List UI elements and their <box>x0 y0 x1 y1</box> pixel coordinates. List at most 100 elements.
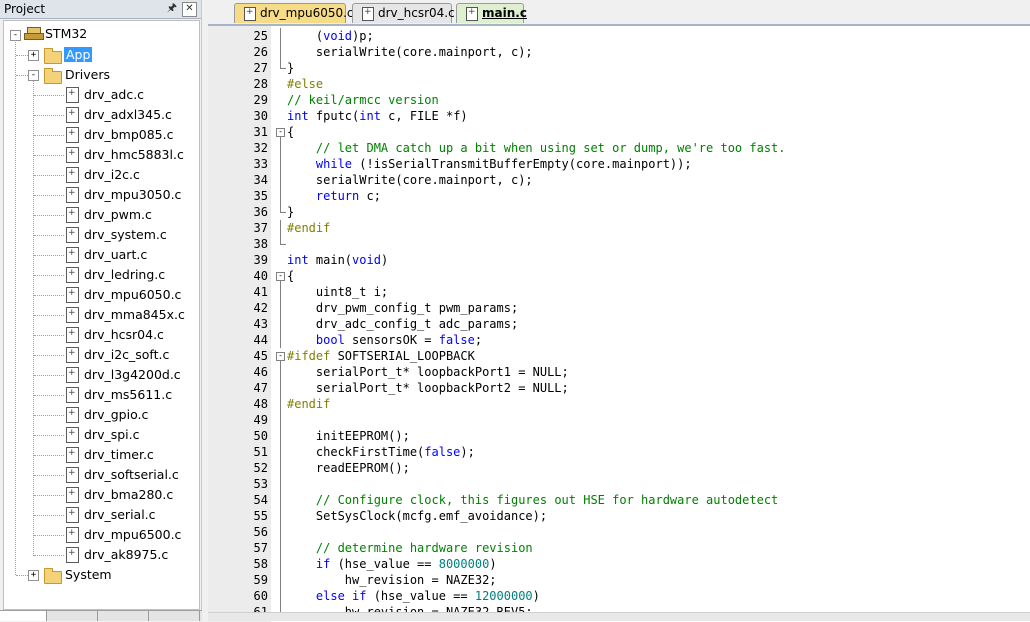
expand-app-icon[interactable]: + <box>28 50 39 61</box>
tree-file-item[interactable]: drv_l3g4200d.c <box>84 365 181 385</box>
code-line[interactable]: } <box>287 204 294 220</box>
code-line[interactable]: while (!isSerialTransmitBufferEmpty(core… <box>287 156 692 172</box>
close-icon[interactable]: ✕ <box>182 2 197 17</box>
tree-file-item[interactable]: drv_spi.c <box>84 425 140 445</box>
code-line[interactable]: SetSysClock(mcfg.emf_avoidance); <box>287 508 547 524</box>
code-line[interactable]: readEEPROM(); <box>287 460 410 476</box>
editor-tab-bar: drv_mpu6050.c drv_hcsr04.c main.c <box>208 0 1030 24</box>
code-editor[interactable]: 25 (void)p; 26 serialWrite(core.mainport,… <box>208 24 1030 622</box>
tab-main[interactable]: main.c <box>456 3 527 23</box>
fold-toggle-icon[interactable]: - <box>274 268 287 284</box>
code-line[interactable]: { <box>287 124 294 140</box>
fold-guide <box>274 332 287 348</box>
code-line[interactable]: #endif <box>287 396 330 412</box>
tree-file-item[interactable]: drv_pwm.c <box>84 205 152 225</box>
tree-file-item[interactable]: drv_mpu3050.c <box>84 185 181 205</box>
tree-file-item[interactable]: drv_bmp085.c <box>84 125 173 145</box>
code-line[interactable]: serialWrite(core.mainport, c); <box>287 44 533 60</box>
tree-root-stm32[interactable]: STM32 <box>45 24 87 44</box>
code-token: drv_adc_config_t adc_params; <box>287 317 519 331</box>
code-token: if <box>315 557 331 571</box>
folder-open-icon <box>44 68 62 84</box>
line-number: 32 <box>253 141 268 155</box>
code-line[interactable]: // Configure clock, this figures out HSE… <box>287 492 778 508</box>
code-line[interactable]: drv_adc_config_t adc_params; <box>287 316 518 332</box>
tree-file-item[interactable]: drv_ms5611.c <box>84 385 172 405</box>
fold-guide <box>274 364 287 380</box>
c-file-icon <box>66 87 79 103</box>
code-line[interactable]: if (hse_value == 8000000) <box>287 556 497 572</box>
code-line[interactable]: { <box>287 268 294 284</box>
c-file-icon <box>66 307 79 323</box>
code-token: main( <box>308 253 353 267</box>
code-line[interactable]: serialPort_t* loopbackPort1 = NULL; <box>287 364 569 380</box>
code-line[interactable]: return c; <box>287 188 381 204</box>
code-line[interactable]: int fputc(int c, FILE *f) <box>287 108 468 124</box>
tree-file-item[interactable]: drv_adc.c <box>84 85 144 105</box>
code-line[interactable]: // determine hardware revision <box>287 540 533 556</box>
code-line[interactable]: int main(void) <box>287 252 388 268</box>
tree-file-item[interactable]: drv_serial.c <box>84 505 156 525</box>
tree-file-item[interactable]: drv_hmc5883l.c <box>84 145 184 165</box>
code-line[interactable]: drv_pwm_config_t pwm_params; <box>287 300 518 316</box>
code-line[interactable]: hw_revision = NAZE32; <box>287 572 497 588</box>
tree-file-item[interactable]: drv_mpu6500.c <box>84 525 181 545</box>
code-token: c; <box>359 189 381 203</box>
tree-file-item[interactable]: drv_ak8975.c <box>84 545 168 565</box>
tree-file-item[interactable]: drv_bma280.c <box>84 485 173 505</box>
code-token: serialPort_t* loopbackPort1 = NULL; <box>287 365 569 379</box>
tree-folder-system[interactable]: System <box>65 565 112 585</box>
line-number: 26 <box>253 45 268 59</box>
code-line[interactable]: // keil/armcc version <box>287 92 439 108</box>
tab-drv-mpu6050[interactable]: drv_mpu6050.c <box>234 3 354 23</box>
code-line[interactable]: else if (hse_value == 12000000) <box>287 588 540 604</box>
expand-system-icon[interactable]: + <box>28 570 39 581</box>
code-line[interactable]: bool sensorsOK = false; <box>287 332 482 348</box>
c-file-icon <box>66 267 79 283</box>
tree-file-item[interactable]: drv_i2c_soft.c <box>84 345 169 365</box>
pin-icon[interactable]: 🖈 <box>165 1 179 15</box>
tree-file-item[interactable]: drv_gpio.c <box>84 405 148 425</box>
code-line[interactable]: // let DMA catch up a bit when using set… <box>287 140 786 156</box>
tree-file-item[interactable]: drv_mpu6050.c <box>84 285 181 305</box>
code-line[interactable]: checkFirstTime(false); <box>287 444 475 460</box>
fold-toggle-icon[interactable]: - <box>274 348 287 364</box>
tab-drv-hcsr04[interactable]: drv_hcsr04.c <box>352 3 455 23</box>
tree-file-item[interactable]: drv_adxl345.c <box>84 105 172 125</box>
code-line[interactable]: serialPort_t* loopbackPort2 = NULL; <box>287 380 569 396</box>
code-line[interactable]: initEEPROM(); <box>287 428 410 444</box>
tree-guide <box>16 75 28 76</box>
tree-file-item[interactable]: drv_softserial.c <box>84 465 179 485</box>
fold-guide <box>274 572 287 588</box>
code-line[interactable]: (void)p; <box>287 28 374 44</box>
fold-guide <box>274 236 287 252</box>
tree-file-item[interactable]: drv_uart.c <box>84 245 147 265</box>
tree-file-item[interactable]: drv_system.c <box>84 225 167 245</box>
tree-folder-app[interactable]: App <box>64 47 93 62</box>
tree-file-item[interactable]: drv_timer.c <box>84 445 154 465</box>
tree-folder-drivers[interactable]: Drivers <box>65 65 110 85</box>
project-tree[interactable]: - STM32 + App - Drivers drv_adc.cdrv_adx… <box>3 20 200 610</box>
code-line[interactable]: } <box>287 60 294 76</box>
fold-guide <box>274 204 287 220</box>
line-number: 51 <box>253 445 268 459</box>
tree-file-item[interactable]: drv_hcsr04.c <box>84 325 164 345</box>
fold-toggle-icon[interactable]: - <box>274 124 287 140</box>
code-line[interactable]: #endif <box>287 220 330 236</box>
code-line[interactable]: #ifdef SOFTSERIAL_LOOPBACK <box>287 348 475 364</box>
tree-file-item[interactable]: drv_ledring.c <box>84 265 165 285</box>
code-line[interactable]: #else <box>287 76 323 92</box>
fold-guide <box>274 524 287 540</box>
collapse-drivers-icon[interactable]: - <box>28 70 39 81</box>
tree-file-item[interactable]: drv_mma845x.c <box>84 305 185 325</box>
tree-file-item[interactable]: drv_i2c.c <box>84 165 140 185</box>
code-line[interactable]: serialWrite(core.mainport, c); <box>287 172 533 188</box>
code-line[interactable]: uint8_t i; <box>287 284 388 300</box>
tab-label: drv_hcsr04.c <box>378 6 455 20</box>
tab-label: drv_mpu6050.c <box>260 6 354 20</box>
fold-guide <box>274 188 287 204</box>
